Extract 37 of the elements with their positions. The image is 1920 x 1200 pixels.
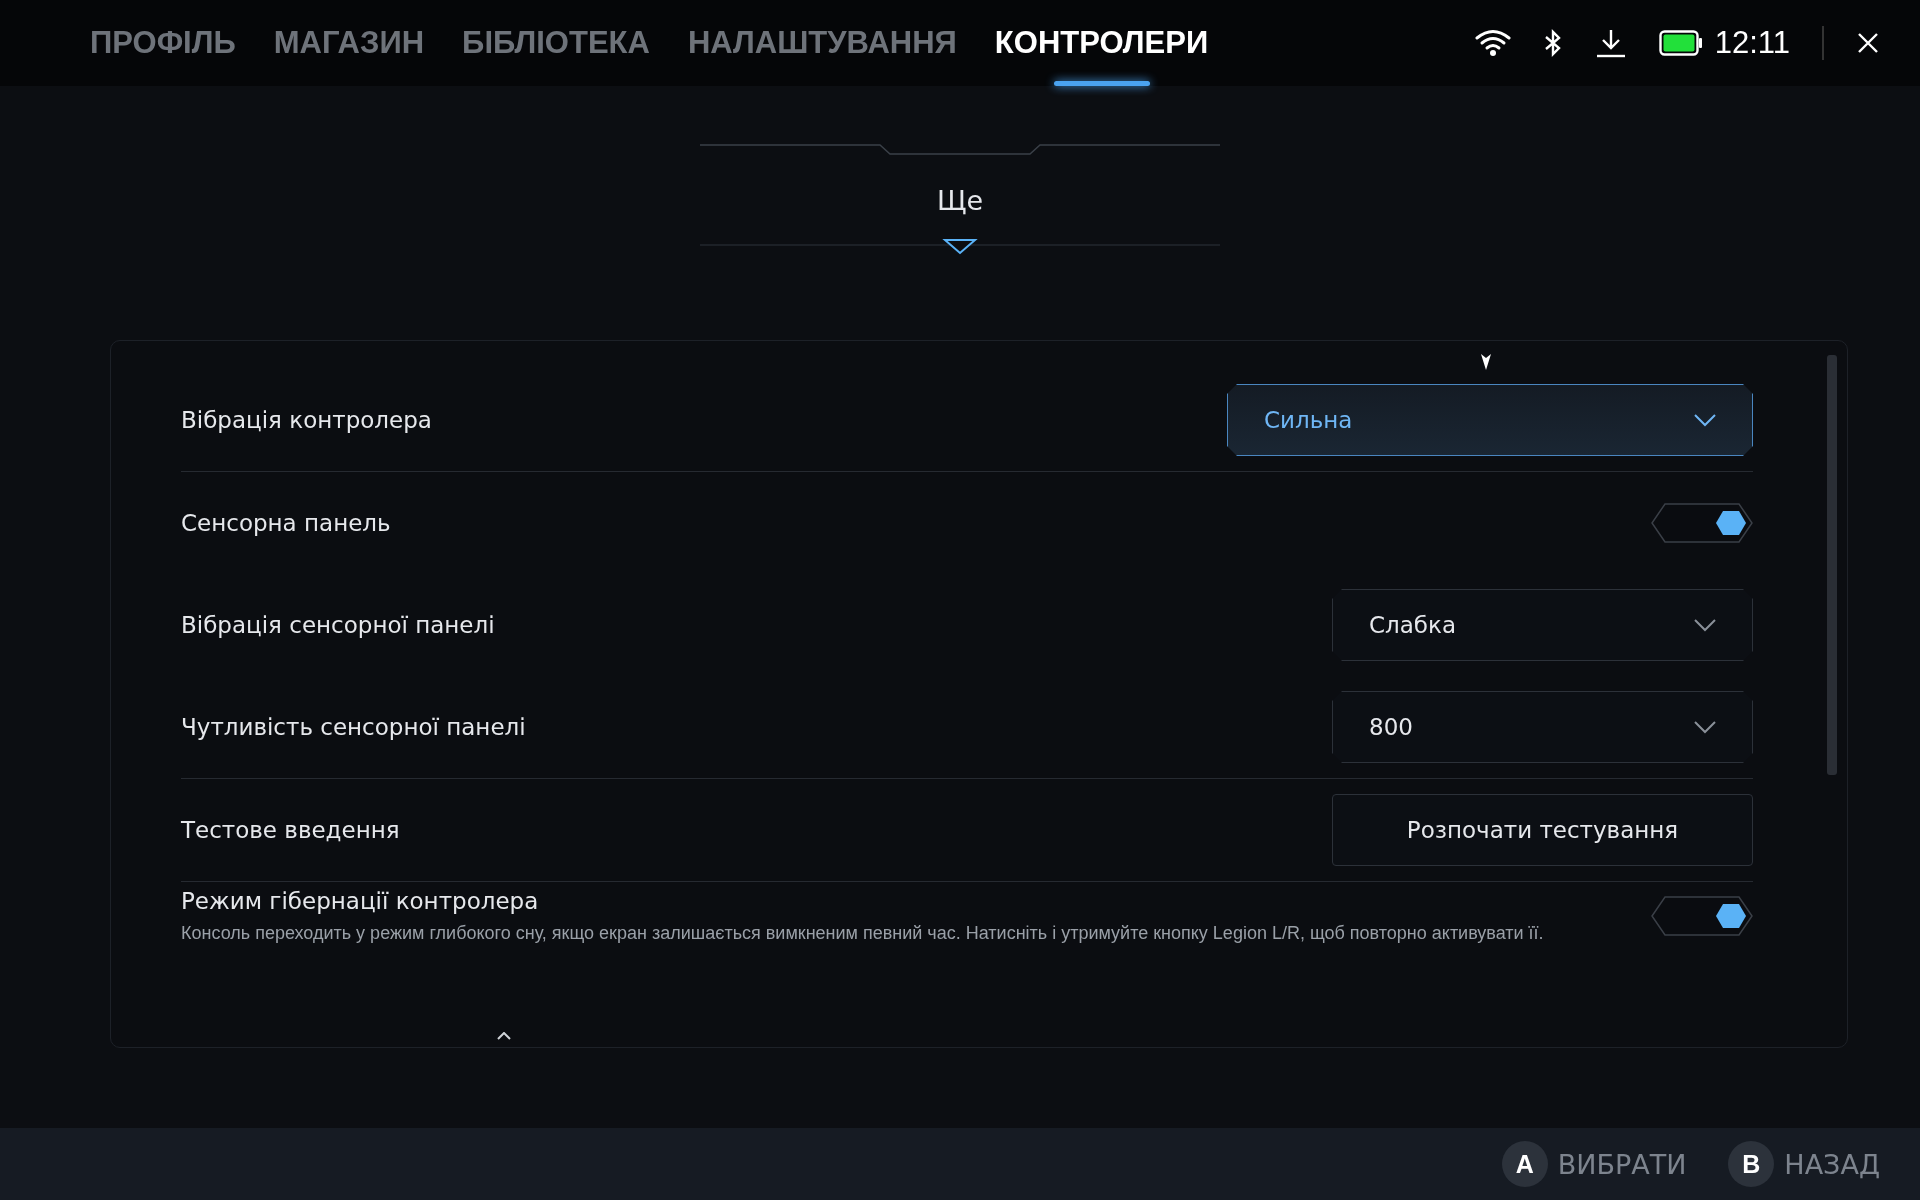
nav-tab[interactable]: НАЛАШТУВАННЯ xyxy=(687,0,957,86)
toggle-switch[interactable] xyxy=(1651,503,1753,543)
nav-tab[interactable]: КОНТРОЛЕРИ xyxy=(994,0,1209,86)
nav-tab[interactable]: БІБЛІОТЕКА xyxy=(462,0,650,86)
dropdown[interactable]: 800 xyxy=(1332,691,1753,763)
chevron-down-icon xyxy=(1694,720,1716,734)
start-test-button[interactable]: Розпочати тестування xyxy=(1332,794,1753,866)
setting-label: Чутливість сенсорної панелі xyxy=(181,714,526,740)
battery-icon xyxy=(1658,30,1703,56)
gamepad-key-icon: B xyxy=(1728,1141,1775,1187)
hint-label: ВИБРАТИ xyxy=(1557,1148,1687,1180)
setting-label: Режим гібернації контролера xyxy=(181,888,540,914)
more-button[interactable]: Ще xyxy=(930,184,990,217)
setting-label: Вібрація сенсорної панелі xyxy=(181,612,495,638)
caret-up-icon xyxy=(497,1032,511,1040)
setting-label: Сенсорна панель xyxy=(181,510,391,536)
chevron-down-icon xyxy=(1694,413,1716,427)
setting-description: Консоль переходить у режим глибокого сну, якщо екран залишається вимкненим певний час. Натисніть і утримуйте кнопку Legion L/R, щоб повторно активувати її. xyxy=(181,924,1545,944)
setting-label: Вібрація контролера xyxy=(181,407,432,433)
toggle-switch[interactable] xyxy=(1651,895,1753,936)
dropdown[interactable]: Слабка xyxy=(1332,589,1753,661)
scrollbar[interactable] xyxy=(1827,355,1837,775)
mouse-cursor-icon xyxy=(1480,353,1492,371)
download-icon[interactable] xyxy=(1594,28,1627,58)
footer-hint-button[interactable]: A ВИБРАТИ xyxy=(1501,1141,1687,1187)
chevron-down-icon xyxy=(1694,618,1716,632)
triangle-down-icon xyxy=(700,237,1220,255)
clock-time: 12:11 xyxy=(1714,25,1790,61)
dropdown[interactable]: Сильна xyxy=(1227,384,1753,456)
close-button[interactable] xyxy=(1856,31,1880,55)
nav-tab[interactable]: ПРОФІЛЬ xyxy=(90,0,236,86)
hint-label: НАЗАД xyxy=(1784,1148,1880,1180)
footer-hint-button[interactable]: B НАЗАД xyxy=(1728,1141,1880,1187)
nav-tab[interactable]: МАГАЗИН xyxy=(273,0,425,86)
gamepad-key-icon: A xyxy=(1501,1141,1548,1187)
setting-label: Тестове введення xyxy=(181,817,400,843)
wifi-icon[interactable] xyxy=(1474,29,1511,57)
